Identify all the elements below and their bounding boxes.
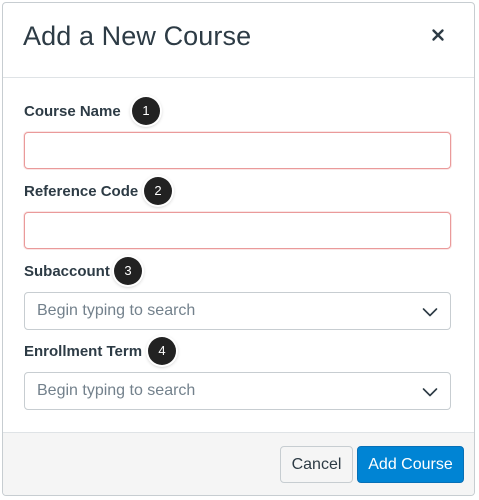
course-name-label: Course Name	[24, 103, 121, 120]
add-course-dialog: Add a New Course Course Name 1 Reference…	[2, 2, 475, 496]
subaccount-label: Subaccount	[24, 263, 110, 280]
subaccount-placeholder: Begin typing to search	[37, 302, 196, 319]
dialog-footer: Cancel Add Course	[3, 432, 474, 495]
reference-code-input[interactable]	[24, 212, 451, 249]
enrollment-term-label: Enrollment Term	[24, 343, 143, 360]
enrollment-term-select[interactable]: Begin typing to search	[24, 372, 451, 410]
close-icon[interactable]	[428, 25, 448, 45]
callout-badge-1: 1	[132, 97, 160, 125]
reference-code-label: Reference Code	[24, 183, 139, 200]
chevron-down-icon	[422, 305, 438, 323]
add-course-button[interactable]: Add Course	[357, 446, 464, 483]
cancel-button[interactable]: Cancel	[280, 446, 353, 483]
chevron-down-icon	[422, 385, 438, 403]
dialog-header: Add a New Course	[3, 3, 474, 78]
course-name-input[interactable]	[24, 132, 451, 169]
callout-badge-4: 4	[148, 337, 176, 365]
dialog-title: Add a New Course	[23, 21, 252, 51]
callout-badge-2: 2	[144, 177, 172, 205]
callout-badge-3: 3	[114, 257, 142, 285]
enrollment-term-placeholder: Begin typing to search	[37, 382, 196, 399]
subaccount-select[interactable]: Begin typing to search	[24, 292, 451, 330]
